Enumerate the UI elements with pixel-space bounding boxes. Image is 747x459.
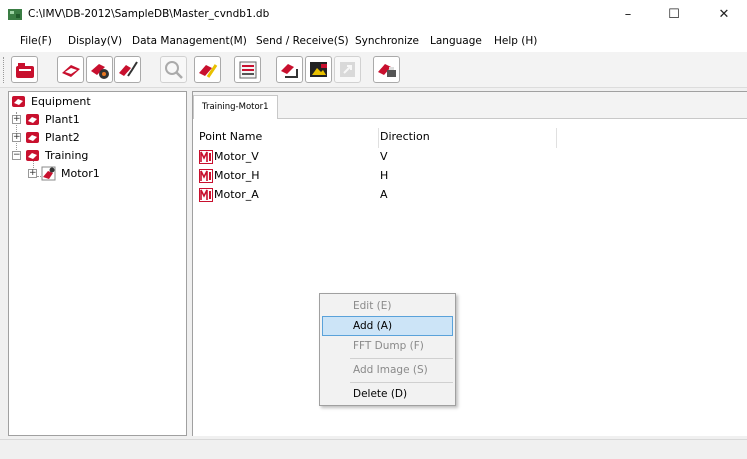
context-menu: Edit (E) Add (A) FFT Dump (F) Add Image …: [319, 293, 456, 406]
open-db-icon: [16, 63, 34, 78]
open-db-button[interactable]: [11, 56, 38, 83]
plant-icon: [26, 114, 39, 125]
list-icon: [239, 61, 257, 79]
image-icon: [310, 62, 327, 77]
equipment-tree[interactable]: Equipment + Plant1 + Plant2 − Training +…: [8, 91, 187, 436]
point-icon: [199, 188, 213, 202]
tree-label-motor1: Motor1: [61, 167, 100, 180]
content-panel: Training-Motor1 Point Name Direction Mot…: [192, 91, 747, 436]
menu-display[interactable]: Display(V): [68, 35, 122, 47]
tab-strip: Training-Motor1: [193, 92, 747, 119]
close-button[interactable]: ✕: [701, 0, 747, 30]
column-header-point-name[interactable]: Point Name: [199, 128, 379, 148]
equipment-button[interactable]: [57, 56, 84, 83]
point-name: Motor_A: [214, 188, 259, 201]
column-header-direction[interactable]: Direction: [380, 128, 557, 148]
expand-toggle[interactable]: +: [12, 115, 21, 124]
menu-synchronize[interactable]: Synchronize: [355, 35, 419, 47]
table-row[interactable]: Motor_V V: [199, 149, 739, 168]
settings-icon: [91, 64, 109, 79]
window-title: C:\IMV\DB-2012\SampleDB\Master_cvndb1.db: [28, 8, 270, 20]
table-row[interactable]: Motor_A A: [199, 187, 739, 206]
table-row[interactable]: Motor_H H: [199, 168, 739, 187]
print-icon: [378, 64, 396, 77]
menu-item-edit[interactable]: Edit (E): [322, 296, 453, 316]
point-name: Motor_V: [214, 150, 259, 163]
menu-send-receive[interactable]: Send / Receive(S): [256, 35, 349, 47]
measure-button[interactable]: [114, 56, 141, 83]
edit-icon: [199, 64, 218, 78]
menu-item-add-image[interactable]: Add Image (S): [322, 360, 453, 380]
menu-file[interactable]: File(F): [20, 35, 52, 47]
tree-label-plant2: Plant2: [45, 131, 80, 144]
menu-item-delete[interactable]: Delete (D): [322, 384, 453, 404]
menu-data-management[interactable]: Data Management(M): [132, 35, 247, 47]
title-bar: C:\IMV\DB-2012\SampleDB\Master_cvndb1.db…: [0, 0, 747, 30]
tree-label-plant1: Plant1: [45, 113, 80, 126]
point-direction: A: [380, 188, 388, 201]
point-icon: [199, 169, 213, 183]
plant-icon: [26, 150, 39, 161]
point-icon: [199, 150, 213, 164]
menu-bar: File(F) Display(V) Data Management(M) Se…: [0, 30, 747, 52]
export-button[interactable]: [334, 56, 361, 83]
menu-item-fft-dump[interactable]: FFT Dump (F): [322, 336, 453, 356]
settings-button[interactable]: [86, 56, 113, 83]
menu-help[interactable]: Help (H): [494, 35, 537, 47]
minimize-button[interactable]: –: [605, 0, 651, 30]
search-icon: [165, 61, 183, 79]
edit-button[interactable]: [194, 56, 221, 83]
motor-icon: [41, 166, 56, 181]
image-button[interactable]: [305, 56, 332, 83]
tree-label-training: Training: [45, 149, 89, 162]
route-button[interactable]: [276, 56, 303, 83]
expand-toggle[interactable]: +: [12, 133, 21, 142]
menu-separator: [350, 358, 453, 359]
tab-training-motor1[interactable]: Training-Motor1: [193, 95, 278, 119]
point-direction: V: [380, 150, 388, 163]
collapse-toggle[interactable]: −: [12, 151, 21, 160]
maximize-button[interactable]: ☐: [651, 0, 697, 30]
tree-label-equipment: Equipment: [31, 95, 91, 108]
app-icon: [8, 9, 22, 20]
toolbar-grip[interactable]: [3, 57, 6, 83]
print-button[interactable]: [373, 56, 400, 83]
equipment-icon: [62, 65, 80, 77]
plant-icon: [26, 132, 39, 143]
menu-separator: [350, 382, 453, 383]
status-bar: [0, 439, 747, 459]
expand-toggle[interactable]: +: [28, 169, 37, 178]
export-icon: [340, 62, 355, 77]
equipment-root-icon: [12, 96, 25, 107]
point-direction: H: [380, 169, 389, 182]
search-button[interactable]: [160, 56, 187, 83]
route-icon: [281, 64, 298, 78]
measure-icon: [119, 61, 138, 77]
list-button[interactable]: [234, 56, 261, 83]
menu-language[interactable]: Language: [430, 35, 482, 47]
toolbar: [0, 52, 747, 88]
point-name: Motor_H: [214, 169, 260, 182]
menu-item-add[interactable]: Add (A): [322, 316, 453, 336]
